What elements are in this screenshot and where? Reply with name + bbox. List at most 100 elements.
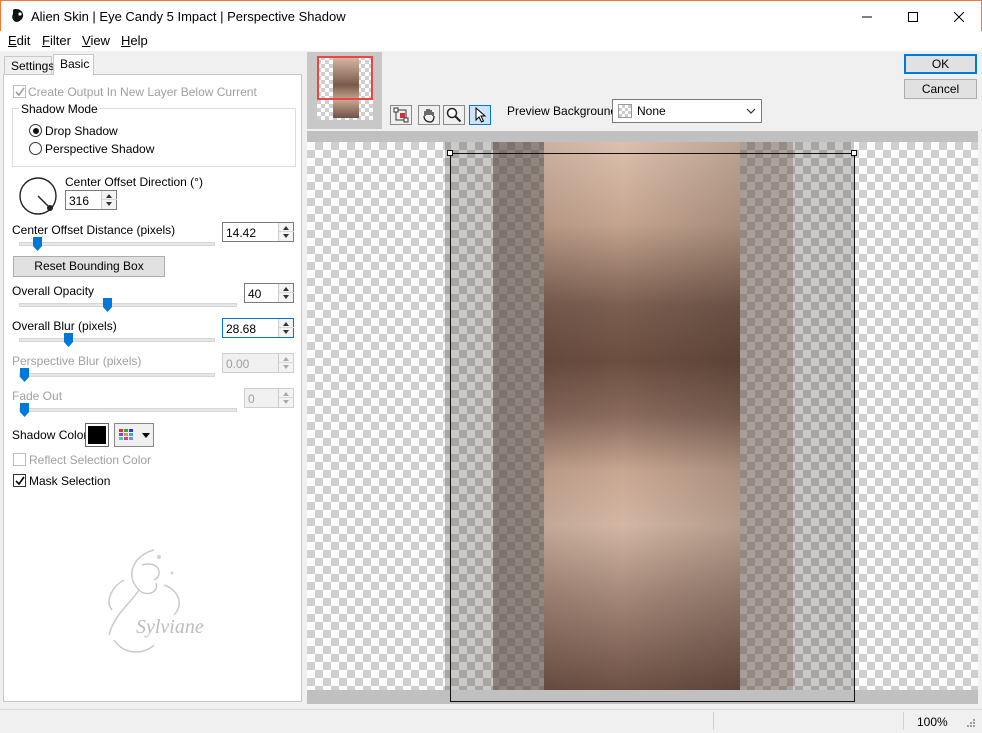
checkmark-icon <box>15 476 25 486</box>
menu-help[interactable]: Help <box>121 33 148 48</box>
tab-settings[interactable]: Settings <box>4 56 54 75</box>
spin-arrows[interactable] <box>101 191 117 209</box>
color-palette-button[interactable] <box>114 423 154 447</box>
menu-edit-label: dit <box>16 33 31 48</box>
fade-out-input[interactable]: 0 <box>244 388 294 408</box>
shadow-color-swatch[interactable] <box>85 423 109 447</box>
status-bar: 100% <box>0 709 982 733</box>
reflect-selection-color-checkbox[interactable] <box>13 453 26 466</box>
center-offset-distance-value: 14.42 <box>226 226 257 240</box>
menu-help-mnemonic: H <box>121 33 131 48</box>
thumbnail-image <box>317 56 373 120</box>
menu-help-label: elp <box>130 33 148 48</box>
maximize-button[interactable] <box>890 1 936 32</box>
center-offset-distance-label: Center Offset Distance (pixels) <box>12 223 176 237</box>
overall-opacity-value: 40 <box>248 287 262 301</box>
overall-opacity-input[interactable]: 40 <box>244 283 294 303</box>
watermark-text: Sylviane <box>136 616 204 638</box>
spin-arrows[interactable] <box>278 319 294 337</box>
overall-opacity-label: Overall Opacity <box>12 284 95 298</box>
bounding-handle[interactable] <box>851 150 857 156</box>
spin-down-icon <box>283 295 289 299</box>
preview-canvas[interactable] <box>307 131 978 704</box>
menu-filter[interactable]: Filter <box>42 33 71 48</box>
magnifier-icon <box>446 107 462 123</box>
create-output-checkbox[interactable] <box>13 85 26 98</box>
window-title: Alien Skin | Eye Candy 5 Impact | Perspe… <box>31 9 346 24</box>
center-offset-direction-label: Center Offset Direction (°) <box>65 175 203 189</box>
slider-thumb[interactable] <box>102 298 112 312</box>
shadow-color-label: Shadow Color <box>12 428 88 442</box>
direction-dial[interactable] <box>17 175 59 217</box>
overall-blur-input[interactable]: 28.68 <box>222 318 294 338</box>
menu-view[interactable]: View <box>82 33 110 48</box>
close-icon <box>954 11 964 22</box>
preview-background-label: Preview Background: <box>507 104 621 118</box>
preview-background-select[interactable]: None <box>612 99 762 123</box>
preview-background-value: None <box>637 104 666 118</box>
tab-basic[interactable]: Basic <box>53 54 94 75</box>
fade-out-label: Fade Out <box>12 389 63 403</box>
slider-thumb[interactable] <box>64 333 74 347</box>
maximize-icon <box>908 11 918 22</box>
spin-arrows[interactable] <box>278 284 294 302</box>
cancel-button[interactable]: Cancel <box>904 79 977 99</box>
reset-bounding-box-button[interactable]: Reset Bounding Box <box>13 256 165 277</box>
spin-arrows[interactable] <box>278 389 294 407</box>
zoom-level: 100% <box>917 715 948 729</box>
mask-selection-label: Mask Selection <box>29 474 111 488</box>
slider-thumb[interactable] <box>32 237 42 251</box>
slider-thumb[interactable] <box>20 368 29 382</box>
spin-down-icon <box>106 202 112 206</box>
menu-filter-mnemonic: F <box>42 33 50 48</box>
minimize-button[interactable] <box>844 1 890 32</box>
spin-up-icon <box>283 357 289 361</box>
zoom-tool[interactable] <box>443 105 465 125</box>
center-offset-distance-slider[interactable] <box>19 237 215 251</box>
perspective-blur-input[interactable]: 0.00 <box>222 353 294 373</box>
perspective-blur-label: Perspective Blur (pixels) <box>12 354 142 368</box>
bounding-handle[interactable] <box>447 150 453 156</box>
transparent-swatch-icon <box>618 104 632 118</box>
spin-arrows[interactable] <box>278 223 294 241</box>
checkmark-icon <box>15 87 25 97</box>
resize-grip-icon[interactable] <box>964 718 976 730</box>
color-grid-icon <box>119 429 133 440</box>
menu-edit[interactable]: Edit <box>8 33 30 48</box>
perspective-blur-slider[interactable] <box>19 368 215 382</box>
shadow-color-fill <box>88 426 106 444</box>
slider-thumb[interactable] <box>20 403 29 417</box>
mask-selection-checkbox[interactable] <box>13 474 26 487</box>
chevron-down-icon <box>746 108 756 114</box>
alien-skin-app-icon <box>12 9 24 22</box>
perspective-shadow-radio[interactable] <box>29 142 42 155</box>
close-button[interactable] <box>936 1 982 32</box>
bounding-box-tool[interactable] <box>390 105 412 125</box>
reflect-selection-color-label: Reflect Selection Color <box>29 453 152 467</box>
ok-button[interactable]: OK <box>904 54 977 74</box>
spin-down-icon <box>283 330 289 334</box>
shadow-mode-title: Shadow Mode <box>19 102 100 116</box>
center-offset-direction-input[interactable]: 316 <box>65 190 117 210</box>
perspective-shadow-label: Perspective Shadow <box>45 142 155 156</box>
sylviane-watermark: Sylviane <box>108 549 204 653</box>
hand-tool[interactable] <box>418 105 440 125</box>
overall-blur-slider[interactable] <box>19 333 215 347</box>
drop-shadow-label: Drop Shadow <box>45 124 118 138</box>
navigator-thumbnail[interactable] <box>307 52 382 129</box>
bounding-box-icon <box>393 107 409 123</box>
spin-up-icon <box>283 287 289 291</box>
spin-down-icon <box>283 234 289 238</box>
thumbnail-view-rect[interactable] <box>317 56 373 100</box>
menu-edit-mnemonic: E <box>8 33 17 48</box>
fade-out-slider[interactable] <box>19 403 237 417</box>
basic-panel: Create Output In New Layer Below Current… <box>3 74 302 702</box>
title-bar: Alien Skin | Eye Candy 5 Impact | Perspe… <box>0 0 982 31</box>
spin-arrows[interactable] <box>278 354 294 372</box>
bounding-box[interactable] <box>450 153 855 702</box>
center-offset-distance-input[interactable]: 14.42 <box>222 222 294 242</box>
overall-blur-value: 28.68 <box>226 322 257 336</box>
pointer-tool[interactable] <box>469 105 491 125</box>
overall-opacity-slider[interactable] <box>19 298 237 312</box>
drop-shadow-radio[interactable] <box>29 124 42 137</box>
